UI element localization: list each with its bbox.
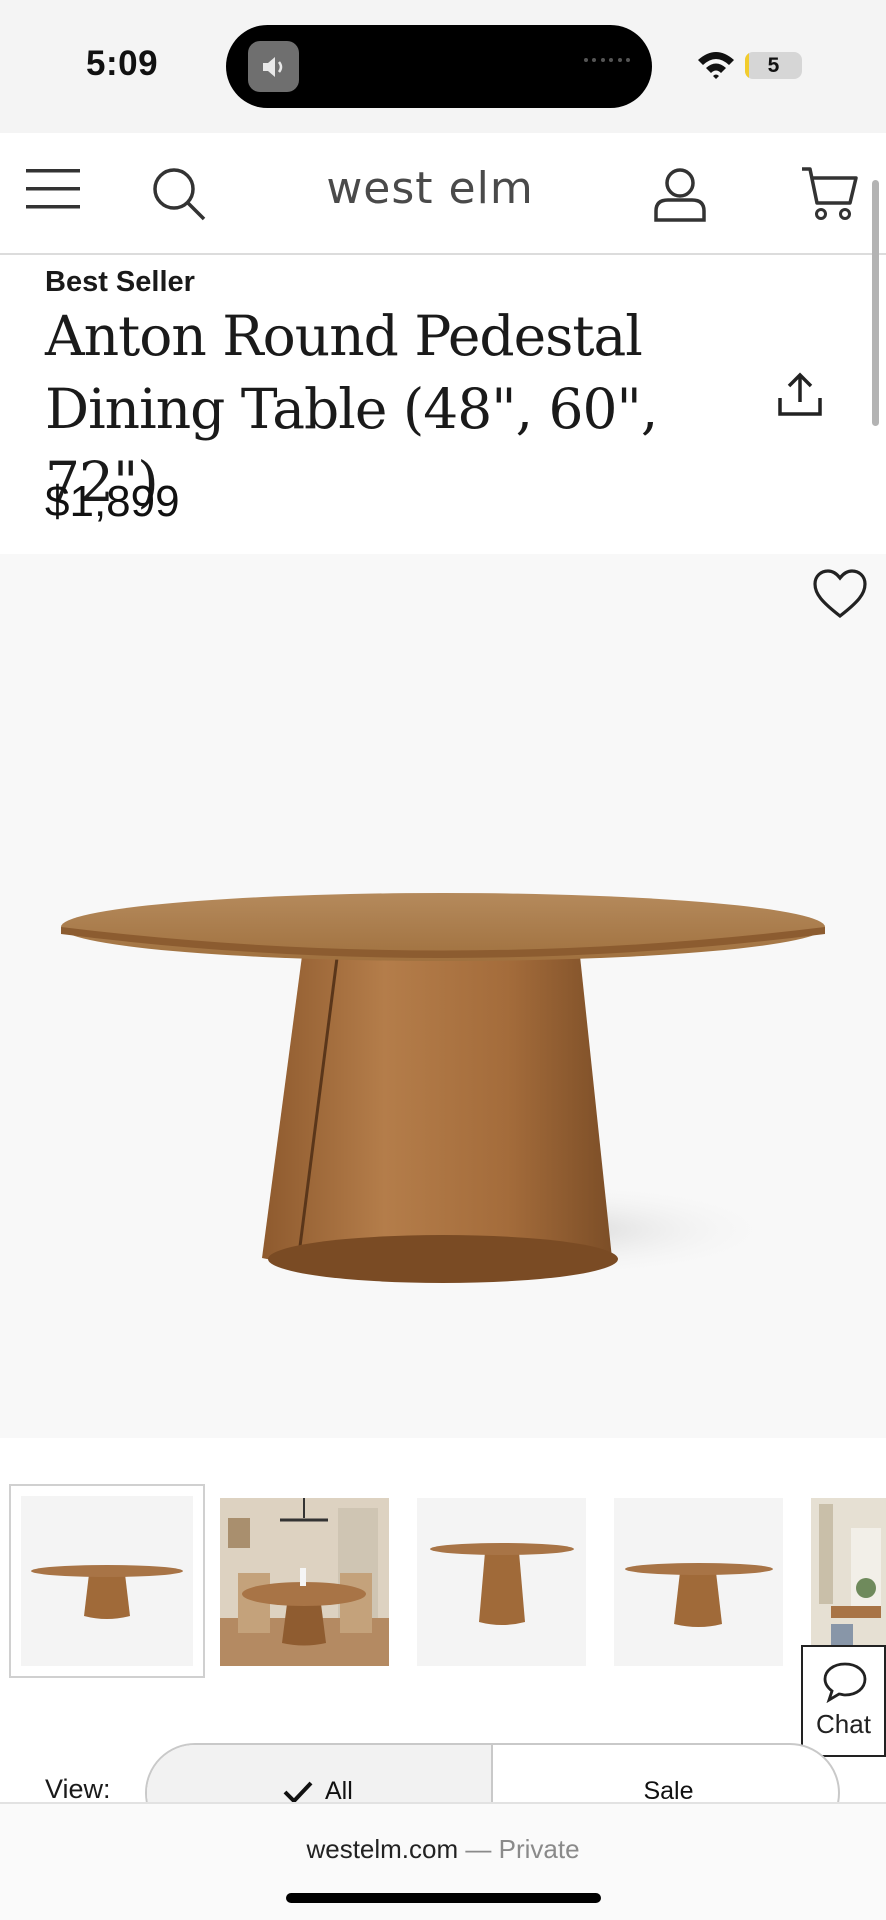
- share-icon[interactable]: [776, 372, 824, 418]
- thumb-dining-room[interactable]: [220, 1498, 389, 1666]
- product-price: $1,899: [45, 477, 180, 526]
- url-host: westelm.com: [306, 1834, 459, 1864]
- thumbnail-strip[interactable]: [0, 1468, 886, 1682]
- battery-indicator: 5: [745, 52, 802, 79]
- speaker-icon: [248, 41, 299, 92]
- status-time: 5:09: [86, 44, 159, 83]
- table-illustration: [61, 893, 825, 1283]
- account-icon[interactable]: [653, 167, 707, 223]
- dynamic-island: [226, 25, 652, 108]
- home-indicator[interactable]: [286, 1893, 601, 1903]
- best-seller-badge: Best Seller: [45, 266, 195, 298]
- private-mode-label: Private: [498, 1834, 580, 1864]
- heart-icon[interactable]: [812, 568, 868, 620]
- page-scrollbar[interactable]: [872, 180, 879, 426]
- chat-bubble-icon: [823, 1662, 867, 1703]
- url-separator: —: [458, 1834, 499, 1864]
- thumb-room-partial[interactable]: [811, 1498, 886, 1666]
- thumb-table-front[interactable]: [9, 1484, 205, 1678]
- brand-logo[interactable]: west elm: [0, 163, 860, 214]
- url-display[interactable]: westelm.com — Private: [0, 1834, 886, 1865]
- cart-icon[interactable]: [800, 165, 858, 223]
- battery-level: 5: [767, 54, 780, 77]
- status-bar: 5:09 5: [0, 0, 886, 133]
- chat-button[interactable]: Chat: [801, 1645, 886, 1757]
- site-header: west elm: [0, 133, 886, 255]
- thumb-table-small[interactable]: [417, 1498, 586, 1666]
- island-dots-icon: [584, 58, 630, 64]
- chat-label: Chat: [816, 1709, 871, 1739]
- view-label: View:: [45, 1774, 111, 1804]
- thumb-table-wide[interactable]: [614, 1498, 783, 1666]
- product-hero-image[interactable]: [0, 554, 886, 1438]
- wifi-icon: [698, 52, 734, 79]
